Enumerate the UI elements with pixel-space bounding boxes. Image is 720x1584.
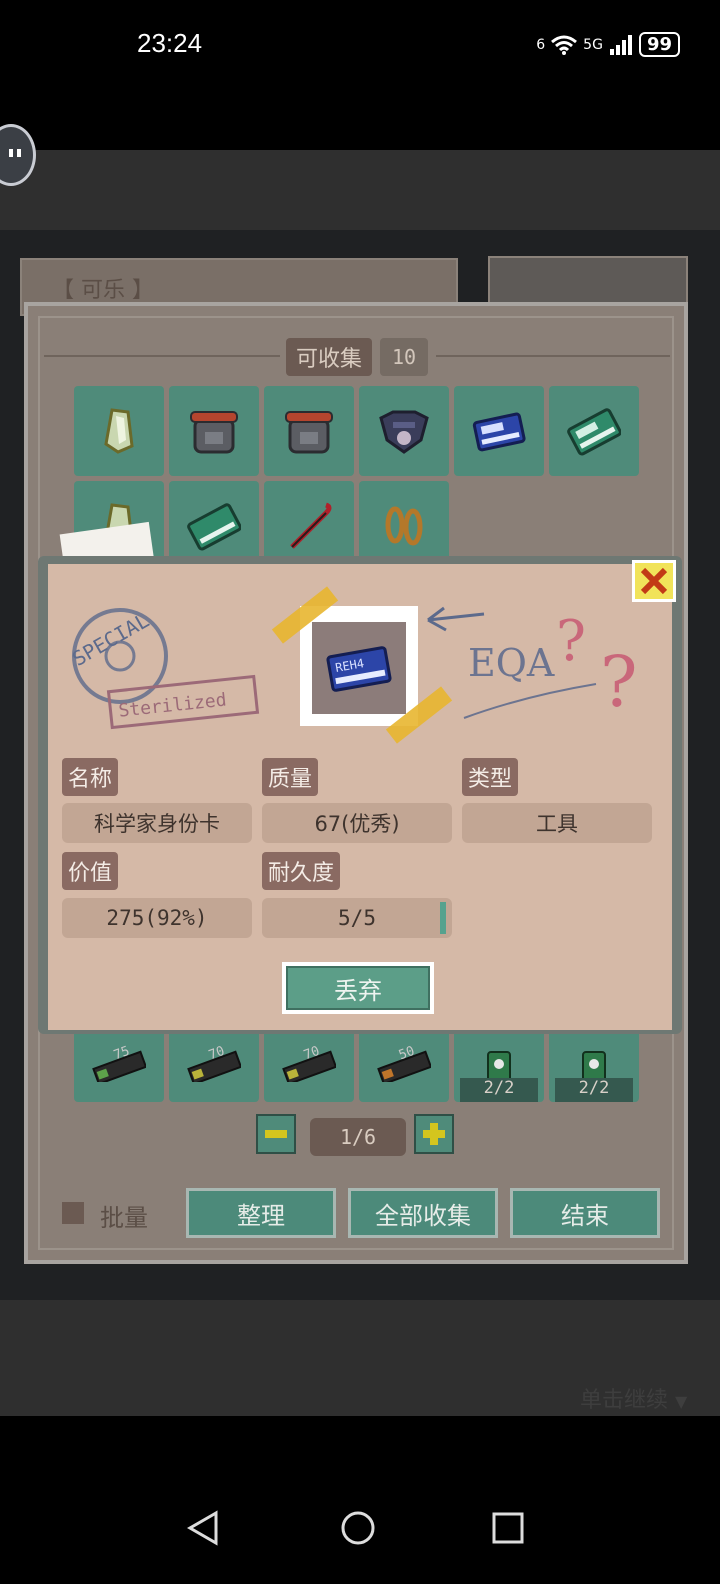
durability-bar [440,902,446,934]
blue-id-card-icon: REH4 [326,646,392,692]
type-value: 工具 [462,803,652,843]
collect-all-button[interactable]: 全部收集 [348,1188,498,1238]
collectible-label: 可收集 [286,338,372,376]
tap-to-continue-text: 单击继续 [580,1388,669,1413]
crowbar-icon [290,502,332,549]
question-mark-icon: ? [600,641,638,723]
clock: 23:24 [137,28,203,58]
stamp-text: SPECIAL [68,608,153,671]
plus-icon [423,1123,445,1145]
green-id-card-icon [567,408,621,456]
inventory-slot[interactable] [169,386,259,476]
backpack-icon [285,411,333,454]
chain-icon [385,506,423,546]
bottle-icon [487,1051,511,1082]
discard-button-label: 丢弃 [286,966,430,1010]
inventory-slot[interactable] [264,386,354,476]
name-value: 科学家身份卡 [62,803,252,843]
navigation-bar [0,1416,720,1584]
sort-button[interactable]: 整理 [186,1188,336,1238]
minus-icon [265,1130,287,1138]
type-label: 类型 [462,758,519,796]
bottle-icon [582,1051,606,1082]
name-label: 名称 [62,758,119,796]
discard-button[interactable]: 丢弃 [282,962,434,1014]
slot-quantity: 2/2 [460,1078,538,1102]
battery-icon: 99 [638,32,680,57]
background-name-label: 【 可乐 】 [52,278,154,303]
glass-shard-icon [104,408,134,454]
back-icon[interactable] [186,1510,220,1546]
inventory-slot[interactable] [74,386,164,476]
wifi-icon [551,35,578,55]
special-stamp-decoration: SPECIAL Sterilized [68,608,260,730]
durability-label: 耐久度 [262,852,341,890]
recent-apps-icon[interactable] [492,1512,524,1544]
inventory-slot[interactable] [454,386,544,476]
close-icon [640,567,668,595]
previous-page-button[interactable] [256,1114,296,1154]
green-id-card-icon [187,503,241,551]
tap-to-continue-label[interactable]: 单击继续 ▼ [580,1382,687,1414]
slot-quantity: 2/2 [555,1078,633,1102]
batch-checkbox[interactable] [62,1202,84,1224]
home-icon[interactable] [340,1510,376,1546]
quality-label: 质量 [262,758,319,796]
system-icons: 6 5G 99 [536,32,680,57]
end-button[interactable]: 结束 [510,1188,660,1238]
inventory-slot[interactable] [549,386,639,476]
scribble-decoration: EQA ? ? [427,606,638,723]
durability-value: 5/5 [262,898,452,938]
backpack-icon [190,411,238,454]
batch-label: 批量 [100,1204,148,1232]
status-bar: 23:24 6 5G 99 [0,0,720,92]
cellular-type-label: 5G [583,36,603,53]
close-button[interactable] [632,560,676,602]
network-type-label: 6 [536,36,546,53]
scribble-text: EQA [468,641,555,685]
collectible-count: 10 [380,338,428,376]
value-label: 价值 [62,852,119,890]
page-indicator: 1/6 [310,1118,406,1156]
quality-value: 67(优秀) [262,803,452,843]
gas-mask-icon [379,410,429,454]
next-page-button[interactable] [414,1114,454,1154]
blue-id-card-icon [472,412,526,452]
value-value: 275(92%) [62,898,252,938]
header-divider-right [436,355,670,357]
question-mark-icon: ? [556,609,586,674]
header-divider-left [44,355,280,357]
inventory-slot[interactable] [359,386,449,476]
signal-icon [609,34,632,55]
chevron-down-icon: ▼ [675,1392,688,1411]
durability-text: 5/5 [338,906,376,930]
